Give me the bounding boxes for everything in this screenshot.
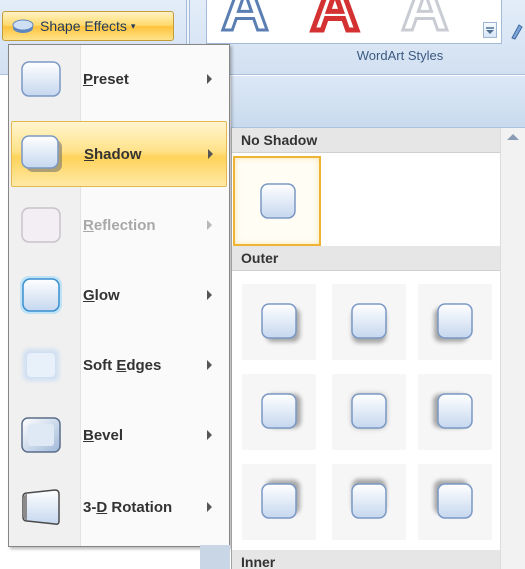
outer-shadow-swatch-center[interactable] [332, 374, 406, 450]
shadow-preview-icon [351, 393, 387, 429]
section-header-inner: Inner [232, 550, 508, 569]
shape-effects-icon [12, 19, 34, 33]
no-shadow-swatch[interactable] [233, 156, 321, 246]
menu-item-label: Shadow [84, 146, 142, 163]
shadow-preview-icon [434, 303, 473, 342]
shape-effects-label: Shape Effects [40, 18, 127, 34]
chevron-down-icon: ▾ [130, 20, 136, 31]
preset-icon [21, 61, 61, 97]
outer-shadow-swatch-top-right[interactable] [242, 464, 316, 540]
scroll-up-icon[interactable] [507, 134, 519, 140]
menu-item-preset[interactable]: Preset [11, 47, 227, 113]
submenu-arrow-icon [208, 149, 213, 159]
shadow-preview-icon [434, 480, 473, 519]
menu-item-bevel[interactable]: Bevel [11, 403, 227, 469]
svg-text:A: A [401, 0, 449, 36]
no-shadow-icon [260, 183, 296, 219]
section-header-no-shadow: No Shadow [232, 128, 508, 153]
outer-shadow-swatch-top-left[interactable] [418, 464, 492, 540]
outer-shadow-swatch-bottom-left[interactable] [418, 284, 492, 360]
shape-effects-button[interactable]: Shape Effects ▾ [2, 11, 174, 41]
bevel-icon [21, 417, 61, 453]
menu-item-label: Bevel [83, 427, 124, 444]
shadow-preview-icon [351, 479, 387, 519]
wordart-style-blue[interactable]: A [213, 0, 277, 36]
wordart-styles-group-label: WordArt Styles [356, 48, 444, 63]
submenu-arrow-icon [207, 502, 212, 512]
ribbon-edge [200, 545, 230, 569]
menu-item-glow[interactable]: Glow [11, 263, 227, 329]
text-fill-icon[interactable] [509, 22, 525, 40]
outer-shadow-swatch-right[interactable] [242, 374, 316, 450]
section-header-outer: Outer [232, 246, 508, 271]
menu-item-soft-edges[interactable]: Soft Edges [11, 333, 227, 399]
outer-shadow-swatch-left[interactable] [418, 374, 492, 450]
submenu-arrow-icon [207, 430, 212, 440]
wordart-style-gray[interactable]: A [393, 0, 457, 36]
shadow-preview-icon [433, 393, 473, 429]
submenu-arrow-icon [207, 74, 212, 84]
menu-item-reflection: Reflection [11, 193, 227, 259]
svg-text:A: A [221, 0, 269, 36]
menu-item-label: Preset [83, 71, 129, 88]
submenu-arrow-icon [207, 220, 212, 230]
submenu-arrow-icon [207, 360, 212, 370]
reflection-icon [21, 207, 61, 243]
submenu-scrollbar[interactable] [500, 128, 525, 569]
wordart-styles-gallery[interactable]: A A A [206, 0, 502, 44]
menu-item-shadow[interactable]: Shadow [11, 121, 227, 187]
shape-effects-menu: Preset Shadow Reflection Glow Soft Edges… [8, 44, 230, 547]
ribbon-separator [186, 0, 190, 44]
wordart-style-red[interactable]: A [303, 0, 367, 36]
menu-item-label: Glow [83, 287, 120, 304]
menu-item-3d-rotation[interactable]: 3-D Rotation [11, 475, 227, 541]
menu-item-label: Soft Edges [83, 357, 162, 374]
more-arrow-icon [486, 27, 494, 34]
outer-shadow-swatch-bottom-right[interactable] [242, 284, 316, 360]
shadow-preview-icon [261, 480, 300, 519]
glow-icon [20, 276, 62, 314]
shadow-submenu: No Shadow Outer Inner [231, 128, 525, 569]
svg-text:A: A [311, 0, 359, 36]
ribbon-lower-band [231, 76, 525, 128]
3d-rotation-icon [22, 489, 60, 525]
shadow-icon [21, 135, 62, 172]
menu-item-label: Reflection [83, 217, 156, 234]
submenu-arrow-icon [207, 290, 212, 300]
shadow-preview-icon [261, 393, 301, 429]
menu-item-label: 3-D Rotation [83, 499, 173, 516]
soft-edges-icon [23, 349, 59, 381]
outer-shadow-swatch-top[interactable] [332, 464, 406, 540]
gallery-more-button[interactable] [483, 22, 497, 38]
shadow-preview-icon [351, 303, 387, 343]
shadow-preview-icon [261, 303, 300, 342]
outer-shadow-swatch-bottom[interactable] [332, 284, 406, 360]
